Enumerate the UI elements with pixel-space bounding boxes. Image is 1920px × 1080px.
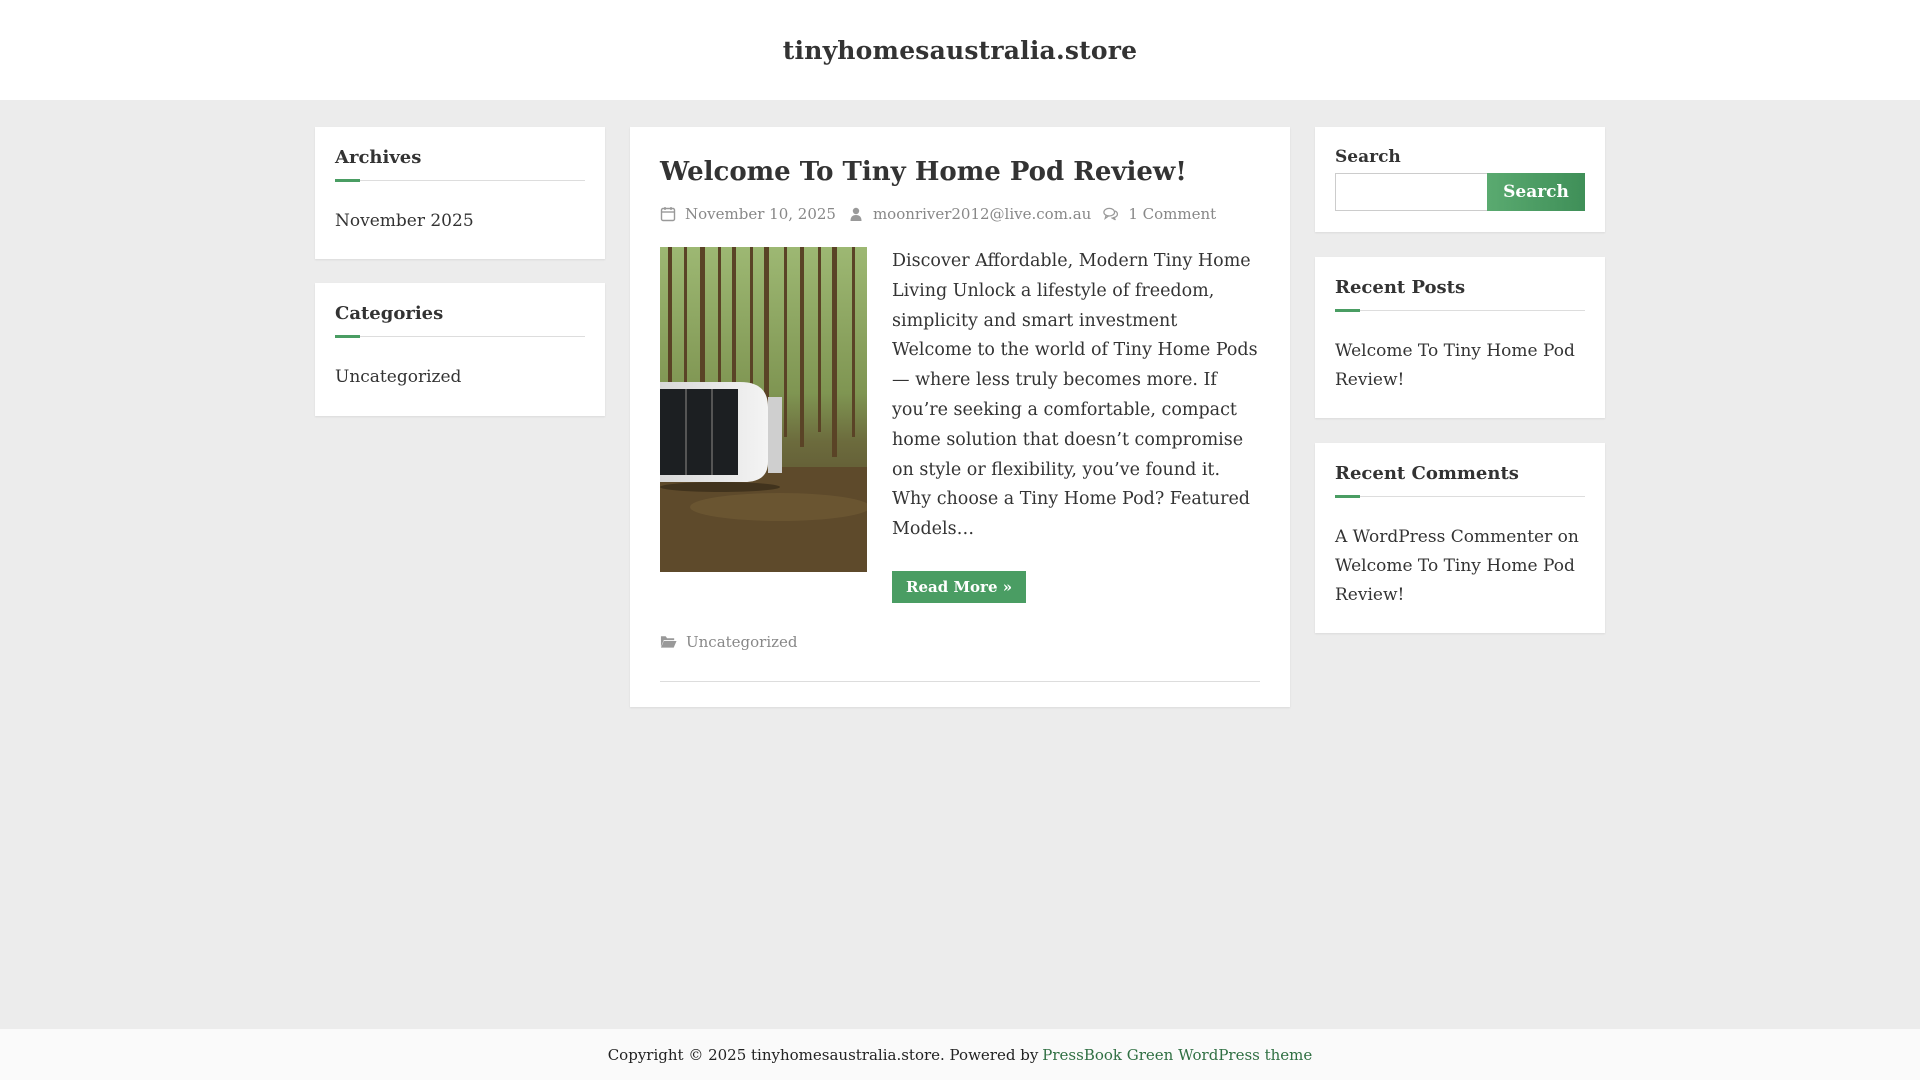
recent-comment-on: on <box>1557 527 1579 547</box>
archives-title: Archives <box>335 147 585 182</box>
comments-icon <box>1103 207 1119 221</box>
post-card: Welcome To Tiny Home Pod Review! Novembe… <box>630 127 1290 707</box>
archive-link-november-2025[interactable]: November 2025 <box>335 207 585 236</box>
post-date-link[interactable]: November 10, 2025 <box>685 205 836 223</box>
search-title: Search <box>1335 147 1401 167</box>
recent-comment-post-link[interactable]: Welcome To Tiny Home Pod Review! <box>1335 556 1575 605</box>
calendar-icon <box>660 207 676 222</box>
recent-comment-author-link[interactable]: A WordPress Commenter <box>1335 527 1552 547</box>
user-icon <box>850 207 862 221</box>
site-footer: Copyright © 2025 tinyhomesaustralia.stor… <box>0 1029 1920 1080</box>
archives-widget: Archives November 2025 <box>315 127 605 259</box>
search-button[interactable]: Search <box>1487 173 1585 211</box>
recent-comment-item: A WordPress Commenter on Welcome To Tiny… <box>1335 523 1585 610</box>
folder-icon <box>660 636 677 649</box>
recent-comments-widget: Recent Comments A WordPress Commenter on… <box>1315 443 1605 633</box>
post-date: November 10, 2025 <box>660 205 836 223</box>
recent-posts-widget: Recent Posts Welcome To Tiny Home Pod Re… <box>1315 257 1605 418</box>
categories-widget: Categories Uncategorized <box>315 283 605 416</box>
post-meta: November 10, 2025 moonriver2012@live.com… <box>660 205 1260 223</box>
search-widget: Search Search <box>1315 127 1605 232</box>
post-thumbnail[interactable] <box>660 247 867 572</box>
read-more-button[interactable]: Read More » <box>892 570 1027 603</box>
categories-title: Categories <box>335 303 585 338</box>
post-footer: Uncategorized <box>660 633 1260 682</box>
post-author: moonriver2012@live.com.au <box>848 205 1091 223</box>
post-author-link[interactable]: moonriver2012@live.com.au <box>873 205 1091 223</box>
recent-posts-title: Recent Posts <box>1335 277 1585 312</box>
post-title[interactable]: Welcome To Tiny Home Pod Review! <box>660 157 1260 187</box>
post-excerpt-wrap: Discover Affordable, Modern Tiny Home Li… <box>892 247 1260 603</box>
category-link-uncategorized[interactable]: Uncategorized <box>335 363 585 392</box>
post-comments: 1 Comment <box>1103 205 1216 223</box>
site-title[interactable]: tinyhomesaustralia.store <box>783 36 1137 65</box>
post-body: Discover Affordable, Modern Tiny Home Li… <box>660 247 1260 603</box>
post-excerpt: Discover Affordable, Modern Tiny Home Li… <box>892 251 1258 540</box>
recent-post-link[interactable]: Welcome To Tiny Home Pod Review! <box>1335 337 1585 395</box>
footer-copyright: Copyright © 2025 tinyhomesaustralia.stor… <box>607 1045 1039 1064</box>
search-form: Search <box>1335 173 1585 211</box>
forest-pod-image <box>660 247 867 572</box>
post-comments-link[interactable]: 1 Comment <box>1128 205 1216 223</box>
search-input[interactable] <box>1335 173 1487 211</box>
footer-theme-link[interactable]: PressBook Green WordPress theme <box>1042 1046 1312 1064</box>
site-header: tinyhomesaustralia.store <box>0 0 1920 100</box>
recent-comments-title: Recent Comments <box>1335 463 1585 498</box>
post-category-link[interactable]: Uncategorized <box>686 633 798 651</box>
